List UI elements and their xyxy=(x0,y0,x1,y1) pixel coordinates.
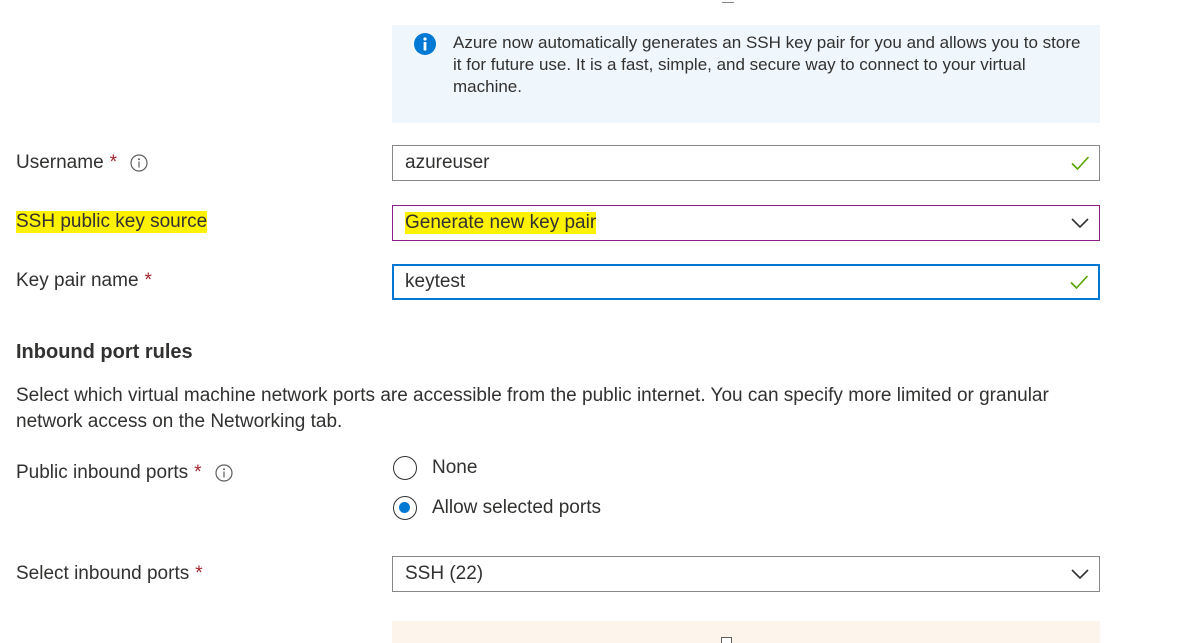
checkmark-icon xyxy=(1071,156,1090,171)
warning-banner xyxy=(392,621,1100,643)
chevron-down-icon xyxy=(1071,218,1089,229)
key-pair-name-label: Key pair name * xyxy=(16,270,152,292)
info-banner-text: Azure now automatically generates an SSH… xyxy=(453,33,1081,96)
username-input[interactable]: azureuser xyxy=(392,145,1100,181)
select-inbound-ports-label: Select inbound ports * xyxy=(16,563,203,585)
ssh-source-dropdown[interactable]: Generate new key pair xyxy=(392,205,1100,241)
required-asterisk: * xyxy=(195,563,203,584)
public-inbound-ports-label-text: Public inbound ports xyxy=(16,462,189,483)
ssh-source-value: Generate new key pair xyxy=(405,212,597,234)
inbound-port-rules-heading: Inbound port rules xyxy=(16,341,193,363)
ssh-source-label: SSH public key source xyxy=(16,211,208,233)
top-edge-mark xyxy=(722,0,734,3)
ssh-source-label-text: SSH public key source xyxy=(16,211,208,233)
radio-option-allow-selected-ports[interactable]: Allow selected ports xyxy=(393,496,601,520)
username-label-text: Username xyxy=(16,152,104,173)
select-inbound-ports-value: SSH (22) xyxy=(405,563,484,584)
select-inbound-ports-dropdown[interactable]: SSH (22) xyxy=(392,556,1100,592)
required-asterisk: * xyxy=(194,462,202,483)
username-input-value: azureuser xyxy=(405,152,490,173)
radio-option-none[interactable]: None xyxy=(393,456,477,480)
checkmark-icon xyxy=(1070,275,1089,290)
inbound-port-rules-description: Select which virtual machine network por… xyxy=(16,385,1049,432)
public-inbound-ports-label: Public inbound ports * xyxy=(16,462,233,484)
info-icon xyxy=(414,33,436,55)
select-inbound-ports-label-text: Select inbound ports xyxy=(16,563,190,584)
info-circle-icon[interactable] xyxy=(214,464,233,482)
required-asterisk: * xyxy=(144,270,152,291)
radio-button-allow-selected-ports[interactable] xyxy=(393,496,417,520)
warning-checkbox-glyph xyxy=(721,637,732,643)
key-pair-name-label-text: Key pair name xyxy=(16,270,139,291)
info-circle-icon[interactable] xyxy=(130,154,148,172)
required-asterisk: * xyxy=(109,152,118,173)
vm-admin-account-form: Azure now automatically generates an SSH… xyxy=(0,0,1182,643)
radio-button-none[interactable] xyxy=(393,456,417,480)
ssh-info-banner: Azure now automatically generates an SSH… xyxy=(392,25,1100,123)
key-pair-name-value: keytest xyxy=(405,271,466,292)
key-pair-name-input[interactable]: keytest xyxy=(392,264,1100,300)
radio-option-label: None xyxy=(432,457,478,478)
radio-option-label: Allow selected ports xyxy=(432,497,601,518)
username-label: Username * xyxy=(16,152,148,174)
chevron-down-icon xyxy=(1071,569,1089,580)
